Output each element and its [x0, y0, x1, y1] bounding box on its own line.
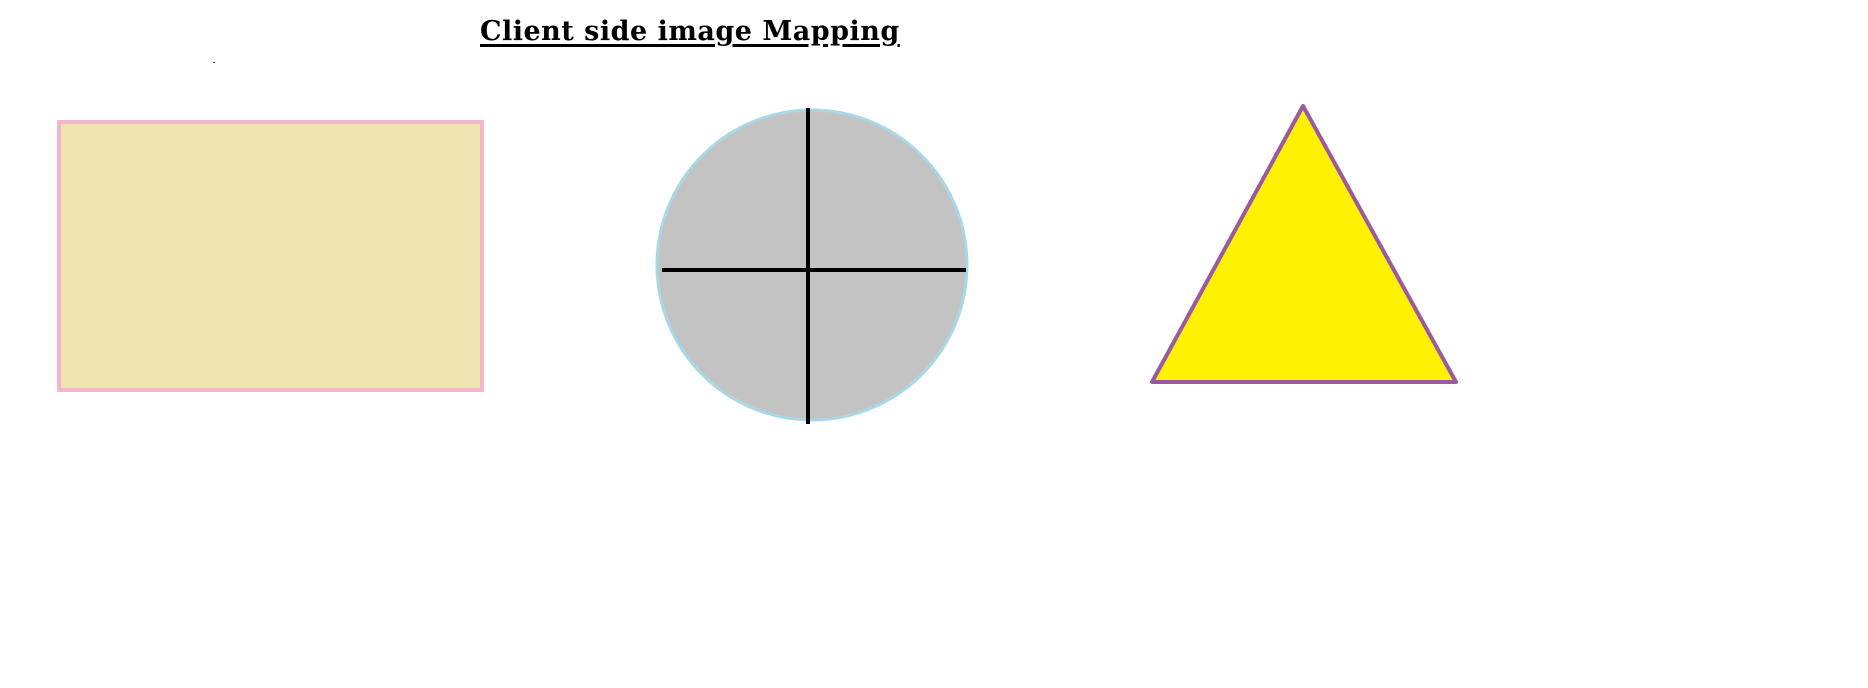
circle-area[interactable]: [655, 108, 969, 422]
image-map: [57, 104, 1458, 424]
triangle-area[interactable]: [1150, 104, 1458, 384]
circle-area-group[interactable]: [655, 108, 969, 424]
rectangle-area[interactable]: [57, 120, 484, 392]
